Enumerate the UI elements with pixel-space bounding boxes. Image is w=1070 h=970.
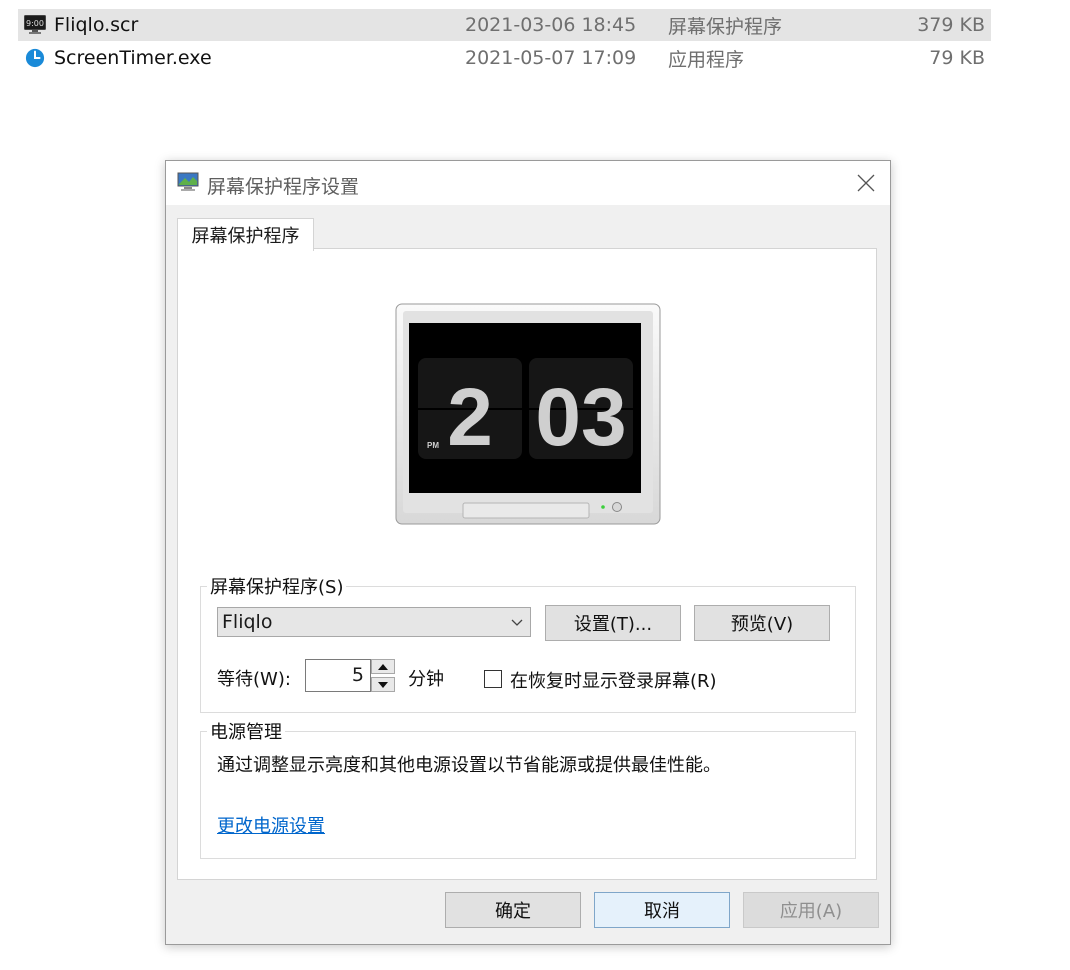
tab-panel: 2 03 PM 屏幕保护程序(S) Fliqlo 设置(T)... 预览(V) … xyxy=(177,248,877,880)
screensaver-select-value: Fliqlo xyxy=(222,611,273,633)
file-name: ScreenTimer.exe xyxy=(54,47,212,69)
settings-button[interactable]: 设置(T)... xyxy=(545,605,681,641)
power-management-group: 电源管理 通过调整显示亮度和其他电源设置以节省能源或提供最佳性能。 更改电源设置 xyxy=(200,718,856,859)
preview-hours: 2 xyxy=(447,372,493,463)
power-description: 通过调整显示亮度和其他电源设置以节省能源或提供最佳性能。 xyxy=(217,755,721,776)
cancel-button[interactable]: 取消 xyxy=(594,892,730,928)
file-date: 2021-05-07 17:09 xyxy=(465,47,637,69)
fliqlo-screensaver-icon: 9:00 xyxy=(24,15,46,34)
dialog-titlebar[interactable]: 屏幕保护程序设置 xyxy=(166,161,890,205)
close-icon xyxy=(857,174,875,192)
stepper-up-button[interactable] xyxy=(371,659,395,674)
change-power-settings-link[interactable]: 更改电源设置 xyxy=(217,812,325,838)
resume-logon-label[interactable]: 在恢复时显示登录屏幕(R) xyxy=(510,667,717,693)
wait-minutes-input[interactable]: 5 xyxy=(305,659,371,692)
screensaver-select[interactable]: Fliqlo xyxy=(217,607,531,637)
svg-text:9:00: 9:00 xyxy=(26,19,44,28)
file-row-screentimer[interactable]: ScreenTimer.exe 2021-05-07 17:09 应用程序 79… xyxy=(18,42,991,74)
wait-label: 等待(W): xyxy=(217,669,291,690)
file-type: 应用程序 xyxy=(668,48,745,71)
dialog-title: 屏幕保护程序设置 xyxy=(207,176,360,198)
chevron-down-icon xyxy=(511,619,523,626)
ok-button[interactable]: 确定 xyxy=(445,892,581,928)
screensaver-group: 屏幕保护程序(S) Fliqlo 设置(T)... 预览(V) 等待(W): 5… xyxy=(200,573,856,713)
preview-button[interactable]: 预览(V) xyxy=(694,605,830,641)
file-date: 2021-03-06 18:45 xyxy=(465,14,637,36)
stepper-down-button[interactable] xyxy=(371,677,395,692)
screensaver-settings-dialog: 屏幕保护程序设置 屏幕保护程序 2 03 PM 屏幕保护程序(S) Fliqlo… xyxy=(165,160,891,945)
file-name: Fliqlo.scr xyxy=(54,14,139,36)
tab-screensaver[interactable]: 屏幕保护程序 xyxy=(177,218,314,251)
tab-label: 屏幕保护程序 xyxy=(191,226,300,247)
file-size: 79 KB xyxy=(929,47,985,69)
file-row-fliqlo[interactable]: 9:00 Fliqlo.scr 2021-03-06 18:45 屏幕保护程序 … xyxy=(18,9,991,41)
wait-unit-label: 分钟 xyxy=(408,669,444,690)
resume-logon-checkbox[interactable] xyxy=(484,670,502,688)
apply-button[interactable]: 应用(A) xyxy=(743,892,879,928)
close-button[interactable] xyxy=(842,161,890,205)
file-type: 屏幕保护程序 xyxy=(668,15,783,38)
screensaver-preview-monitor: 2 03 PM xyxy=(395,303,661,525)
clock-app-icon xyxy=(25,48,45,68)
power-group-legend: 电源管理 xyxy=(207,718,285,744)
screensaver-group-legend: 屏幕保护程序(S) xyxy=(207,573,347,599)
arrow-up-icon xyxy=(378,663,388,670)
preview-minutes: 03 xyxy=(535,372,626,463)
display-settings-icon xyxy=(177,172,199,191)
file-size: 379 KB xyxy=(917,14,985,36)
wait-minutes-stepper[interactable] xyxy=(371,659,395,692)
preview-ampm: PM xyxy=(427,441,439,450)
arrow-down-icon xyxy=(378,681,388,688)
